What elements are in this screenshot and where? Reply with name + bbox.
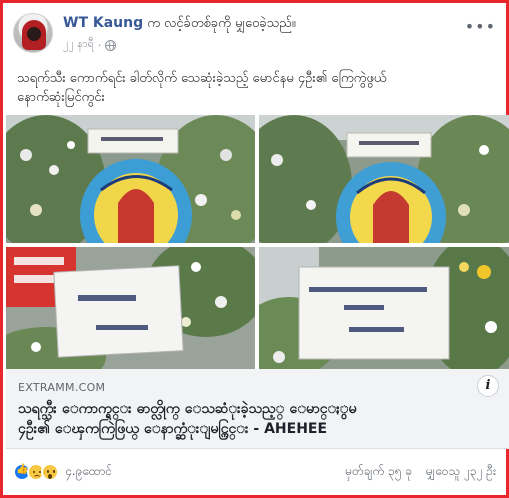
share-action-text: က လင့်ခ်တစ်ခုကို မျှဝေခဲ့သည်။ (143, 16, 296, 31)
footer-stats: မှတ်ချက် ၃၅ ခု မျှဝေသူ ၂၃၂ ဦး (345, 463, 496, 481)
info-icon[interactable]: i (477, 375, 499, 397)
author-name[interactable]: WT Kaung (63, 15, 143, 31)
wreath-photo-1[interactable] (6, 115, 255, 243)
link-title-line1: သရက္သီး ေကာက္ရင္း ဓာတ္လိုက္ ေသဆံုးခဲ့သည့… (18, 401, 357, 417)
reaction-count[interactable]: ၄.၉ထောင် (65, 463, 112, 481)
comment-count[interactable]: မှတ်ချက် ၃၅ ခု (345, 463, 412, 481)
link-preview[interactable]: EXTRAMM.COM i သရက္သီး ေကာက္ရင္း ဓာတ္လိုက… (6, 369, 509, 449)
post-text-line2: နောက်ဆုံးမြင်ကွင်း (17, 90, 105, 105)
post-meta: ၂၂ နာရီ · (63, 37, 296, 53)
link-domain: EXTRAMM.COM (18, 381, 106, 394)
avatar-face (27, 27, 41, 41)
wreath-photo-2[interactable] (259, 115, 509, 243)
post-text-line1: သရက်သီး ကောက်ရင်း ခါတ်လိုက် သေဆုံးခဲ့သည့… (17, 71, 387, 86)
post-time[interactable]: ၂၂ နာရီ (63, 37, 94, 53)
link-title-line2: ၄ဦး၏ ေၾကကြဲဖြယ္ ေနာက္ဆံုးျမင္ကြင္း - AHE… (18, 421, 328, 437)
wow-icon (41, 463, 59, 481)
post-text: သရက်သီး ကောက်ရင်း ခါတ်လိုက် သေဆုံးခဲ့သည့… (17, 69, 492, 107)
globe-icon (105, 39, 117, 51)
avatar[interactable] (13, 13, 53, 53)
reactions[interactable] (13, 463, 59, 481)
link-title[interactable]: သရက္သီး ေကာက္ရင္း ဓာတ္လိုက္ ေသဆံုးခဲ့သည့… (18, 399, 497, 439)
photo-grid (6, 115, 509, 369)
post-card: WT Kaung က လင့်ခ်တစ်ခုကို မျှဝေခဲ့သည်။ ၂… (0, 0, 509, 498)
header-text: WT Kaung က လင့်ခ်တစ်ခုကို မျှဝေခဲ့သည်။ ၂… (63, 13, 296, 63)
post-footer: ၄.၉ထောင် မှတ်ချက် ၃၅ ခု မျှဝေသူ ၂၃၂ ဦး (13, 461, 496, 483)
header-line: WT Kaung က လင့်ခ်တစ်ခုကို မျှဝေခဲ့သည်။ (63, 15, 296, 32)
more-icon[interactable]: ••• (465, 17, 496, 36)
share-count[interactable]: မျှဝေသူ ၂၃၂ ဦး (426, 463, 496, 481)
wreath-photo-4[interactable] (259, 247, 509, 369)
post-header: WT Kaung က လင့်ခ်တစ်ခုကို မျှဝေခဲ့သည်။ ၂… (13, 13, 496, 63)
wreath-photo-3[interactable] (6, 247, 255, 369)
